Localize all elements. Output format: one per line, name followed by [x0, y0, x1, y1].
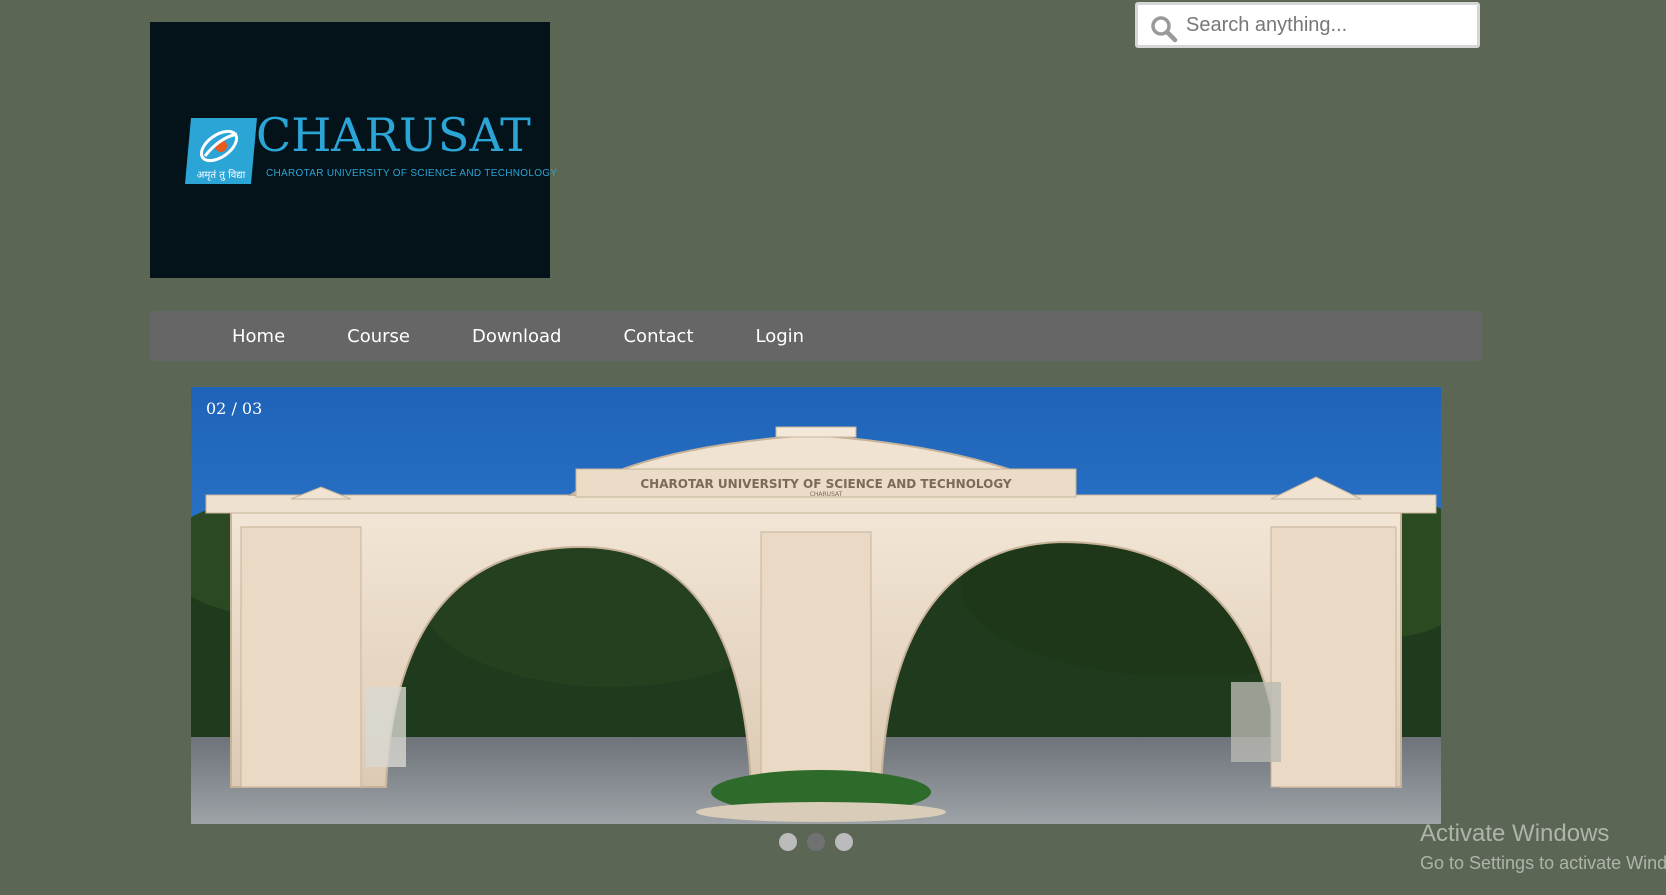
search-icon	[1151, 16, 1178, 43]
nav-item-download[interactable]: Download	[472, 326, 561, 347]
logo-tagline: CHAROTAR UNIVERSITY OF SCIENCE AND TECHN…	[266, 168, 558, 179]
watermark-subtitle: Go to Settings to activate Windows.	[1420, 852, 1666, 873]
slide-dot-2[interactable]	[807, 833, 825, 851]
nav-item-login[interactable]: Login	[756, 326, 805, 347]
nav-list: Home Course Download Contact Login	[232, 311, 866, 361]
search-box[interactable]	[1135, 2, 1480, 48]
top-navbar: Home Course Download Contact Login	[150, 311, 1482, 361]
nav-item-contact[interactable]: Contact	[623, 326, 693, 347]
logo-wordmark: CHARUSAT	[256, 108, 531, 162]
slide-dots	[779, 833, 853, 851]
image-slideshow[interactable]: 02 / 03 CHAROTAR UNIVERSITY OF SCIENCE A…	[191, 387, 1441, 824]
campus-gate-image: CHAROTAR UNIVERSITY OF SCIENCE AND TECHN…	[191, 387, 1441, 824]
logo: अमृतं तु विद्या CHARUSAT CHAROTAR UNIVER…	[150, 22, 557, 278]
windows-activation-watermark: Activate Windows Go to Settings to activ…	[1420, 820, 1666, 874]
slide-dot-1[interactable]	[779, 833, 797, 851]
emblem-caption: अमृतं तु विद्या	[197, 169, 246, 181]
slide-counter: 02 / 03	[206, 399, 263, 418]
slide-dot-3[interactable]	[835, 833, 853, 851]
nav-item-course[interactable]: Course	[347, 326, 410, 347]
watermark-title: Activate Windows	[1420, 820, 1610, 847]
gate-subinscription: CHARUSAT	[810, 491, 843, 498]
nav-item-home[interactable]: Home	[232, 326, 285, 347]
gate-inscription: CHAROTAR UNIVERSITY OF SCIENCE AND TECHN…	[640, 477, 1012, 491]
search-input[interactable]	[1186, 5, 1471, 45]
charusat-emblem-icon: अमृतं तु विद्या	[185, 118, 257, 184]
